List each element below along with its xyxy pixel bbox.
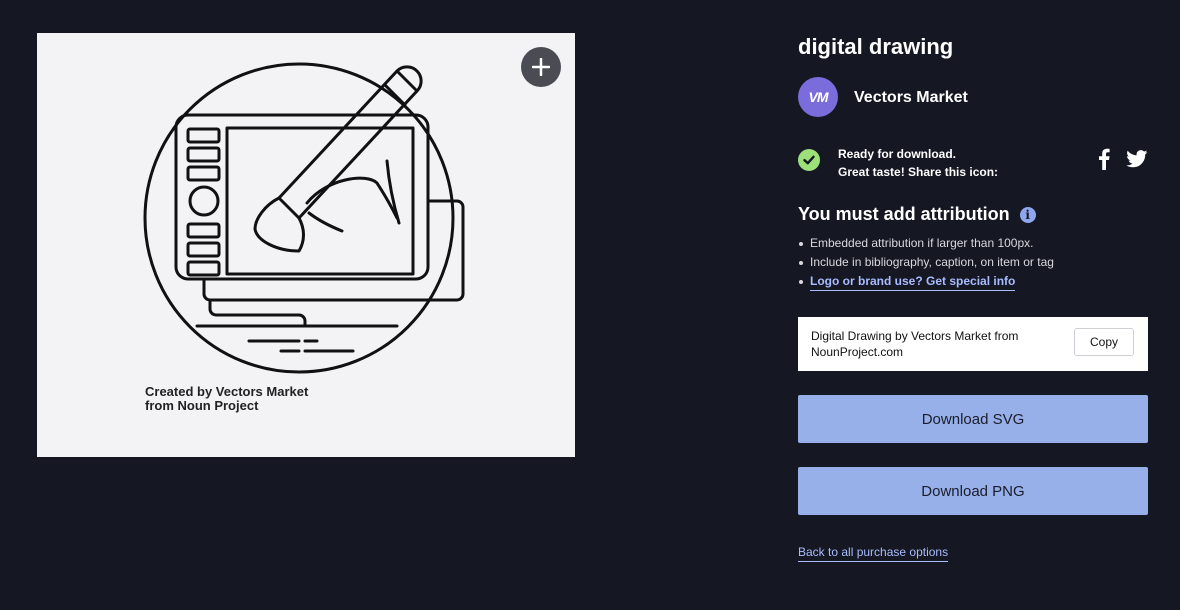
author-name[interactable]: Vectors Market <box>854 89 968 107</box>
copy-button[interactable]: Copy <box>1074 328 1134 356</box>
status-line-1: Ready for download. <box>838 147 957 161</box>
download-status: Ready for download. Great taste! Share t… <box>838 145 998 181</box>
icon-preview: Created by Vectors Market from Noun Proj… <box>37 33 575 457</box>
attribution-heading: You must add attribution i <box>798 204 1036 225</box>
credit-line-2: from Noun Project <box>145 398 259 413</box>
attribution-text-box: Digital Drawing by Vectors Market from N… <box>798 317 1148 371</box>
info-icon[interactable]: i <box>1019 206 1036 223</box>
plus-icon <box>532 58 550 76</box>
list-item: Include in bibliography, caption, on ite… <box>799 253 1054 272</box>
check-icon <box>798 149 820 171</box>
attribution-text[interactable]: Digital Drawing by Vectors Market from N… <box>811 328 1051 360</box>
special-info-link[interactable]: Logo or brand use? Get special info <box>810 274 1016 291</box>
icon-title: digital drawing <box>798 34 954 59</box>
twitter-icon[interactable] <box>1126 150 1148 168</box>
author-avatar[interactable]: VM <box>798 77 838 117</box>
facebook-icon[interactable] <box>1098 148 1110 170</box>
download-png-button[interactable]: Download PNG <box>798 467 1148 515</box>
list-item: Embedded attribution if larger than 100p… <box>799 234 1054 253</box>
download-svg-button[interactable]: Download SVG <box>798 395 1148 443</box>
attribution-requirements: Embedded attribution if larger than 100p… <box>798 234 1054 291</box>
add-to-collection-button[interactable] <box>521 47 561 87</box>
back-to-purchase-options-link[interactable]: Back to all purchase options <box>798 545 949 562</box>
list-item: Logo or brand use? Get special info <box>799 272 1054 291</box>
credit-line-1: Created by Vectors Market <box>145 384 309 399</box>
preview-credit: Created by Vectors Market from Noun Proj… <box>145 385 308 413</box>
attribution-heading-text: You must add attribution <box>798 204 1010 224</box>
share-buttons <box>1098 148 1148 170</box>
status-line-2: Great taste! Share this icon: <box>838 165 999 179</box>
